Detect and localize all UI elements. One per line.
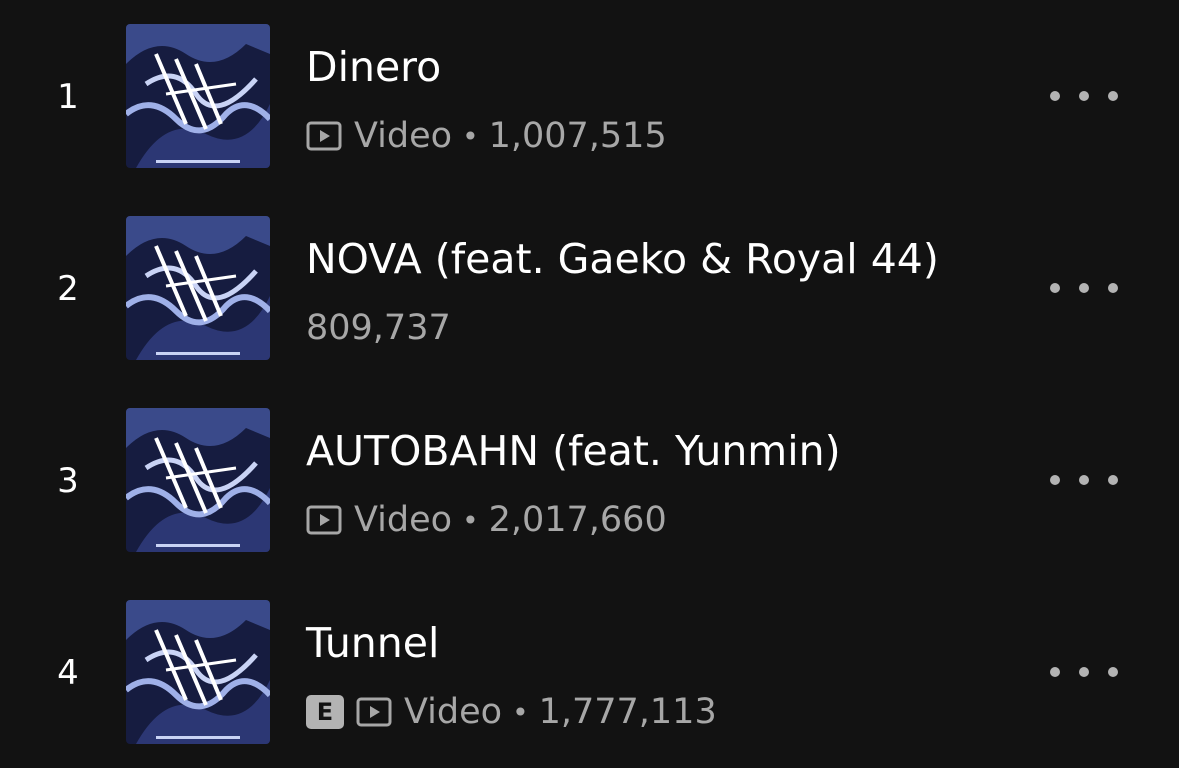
track-row[interactable]: 3 AUTOBAHN (feat. Yunmin) Video • 2,017,… bbox=[0, 384, 1179, 576]
track-rank: 3 bbox=[57, 461, 79, 501]
track-title[interactable]: Dinero bbox=[306, 40, 441, 94]
album-art bbox=[126, 600, 270, 744]
dot-icon bbox=[1108, 283, 1118, 293]
track-title[interactable]: AUTOBAHN (feat. Yunmin) bbox=[306, 424, 841, 478]
album-art bbox=[126, 216, 270, 360]
track-row[interactable]: 1 Dinero Video • 1,007,515 bbox=[0, 0, 1179, 192]
play-count: 2,017,660 bbox=[488, 500, 667, 540]
dot-icon bbox=[1079, 667, 1089, 677]
video-play-icon bbox=[306, 503, 342, 537]
track-row[interactable]: 4 Tunnel E Video • 1,777,113 bbox=[0, 576, 1179, 768]
dot-icon bbox=[1079, 91, 1089, 101]
more-options-icon[interactable] bbox=[1050, 464, 1118, 496]
dot-icon bbox=[1050, 667, 1060, 677]
separator: • bbox=[462, 119, 479, 153]
play-count: 1,777,113 bbox=[538, 692, 717, 732]
dot-icon bbox=[1050, 283, 1060, 293]
dot-icon bbox=[1050, 91, 1060, 101]
video-play-icon bbox=[356, 695, 392, 729]
dot-icon bbox=[1050, 475, 1060, 485]
play-count: 809,737 bbox=[306, 308, 451, 348]
track-rank: 2 bbox=[57, 269, 79, 309]
dot-icon bbox=[1108, 667, 1118, 677]
track-meta: 809,737 bbox=[306, 304, 451, 352]
more-options-icon[interactable] bbox=[1050, 656, 1118, 688]
dot-icon bbox=[1108, 475, 1118, 485]
track-meta: Video • 2,017,660 bbox=[306, 496, 667, 544]
track-list: 1 Dinero Video • 1,007,515 2 NOVA (feat.… bbox=[0, 0, 1179, 768]
dot-icon bbox=[1108, 91, 1118, 101]
more-options-icon[interactable] bbox=[1050, 272, 1118, 304]
track-rank: 4 bbox=[57, 653, 79, 693]
track-title[interactable]: NOVA (feat. Gaeko & Royal 44) bbox=[306, 232, 939, 286]
dot-icon bbox=[1079, 475, 1089, 485]
play-count: 1,007,515 bbox=[488, 116, 667, 156]
track-title[interactable]: Tunnel bbox=[306, 616, 439, 670]
track-meta: E Video • 1,777,113 bbox=[306, 688, 717, 736]
video-label: Video bbox=[404, 692, 503, 732]
album-art bbox=[126, 24, 270, 168]
track-rank: 1 bbox=[57, 77, 79, 117]
video-label: Video bbox=[354, 500, 453, 540]
track-meta: Video • 1,007,515 bbox=[306, 112, 667, 160]
track-row[interactable]: 2 NOVA (feat. Gaeko & Royal 44) 809,737 bbox=[0, 192, 1179, 384]
separator: • bbox=[462, 503, 479, 537]
video-label: Video bbox=[354, 116, 453, 156]
album-art bbox=[126, 408, 270, 552]
separator: • bbox=[512, 695, 529, 729]
more-options-icon[interactable] bbox=[1050, 80, 1118, 112]
dot-icon bbox=[1079, 283, 1089, 293]
explicit-badge: E bbox=[306, 695, 344, 729]
video-play-icon bbox=[306, 119, 342, 153]
